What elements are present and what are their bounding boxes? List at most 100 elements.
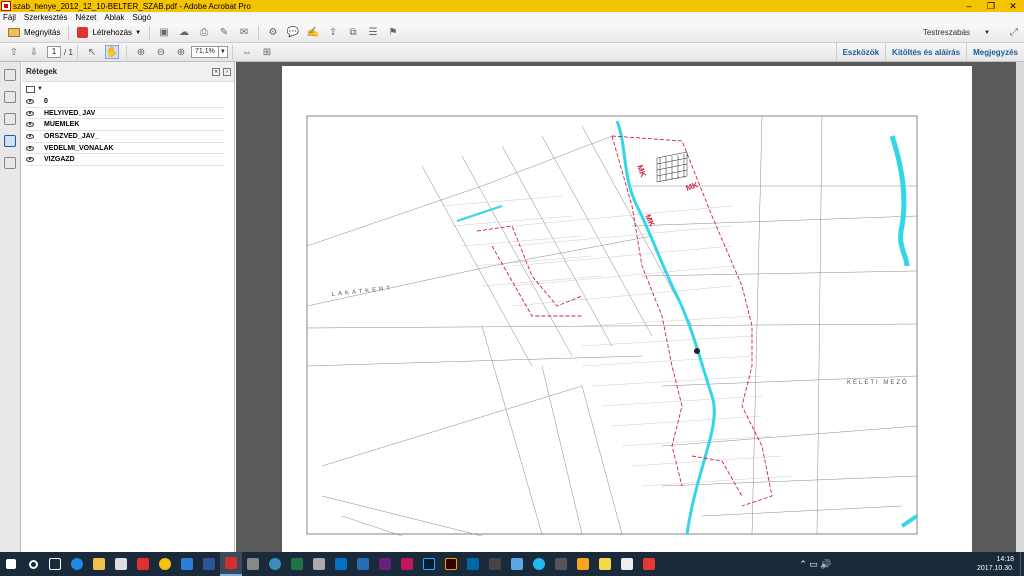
save-app-icon[interactable] bbox=[352, 552, 374, 576]
show-desktop-button[interactable] bbox=[1020, 552, 1024, 576]
visual-studio-icon[interactable] bbox=[374, 552, 396, 576]
app-icon-gray[interactable] bbox=[308, 552, 330, 576]
combine-icon[interactable]: ⧉ bbox=[346, 26, 360, 40]
zoom-in-icon[interactable]: ⊕ bbox=[174, 45, 188, 59]
open-button[interactable]: Megnyitás bbox=[4, 25, 64, 41]
word-icon[interactable] bbox=[198, 552, 220, 576]
document-area[interactable]: LAKATKERT KELETI MEZŐ MK MK MK bbox=[236, 62, 1024, 552]
layers-icon[interactable] bbox=[4, 135, 16, 147]
panel-menu-icon[interactable]: › bbox=[223, 67, 231, 76]
settings-icon[interactable]: ⚙ bbox=[266, 26, 280, 40]
app-icon-red[interactable] bbox=[132, 552, 154, 576]
chrome-icon[interactable] bbox=[154, 552, 176, 576]
collapse-panel-icon[interactable]: « bbox=[212, 67, 220, 76]
menu-window[interactable]: Ablak bbox=[104, 13, 124, 22]
zoom-dropdown[interactable]: ▼ bbox=[218, 46, 228, 58]
protect-icon[interactable]: ⚑ bbox=[386, 26, 400, 40]
menu-view[interactable]: Nézet bbox=[75, 13, 96, 22]
hand-tool-icon[interactable]: ✋ bbox=[104, 45, 119, 59]
fit-page-icon[interactable]: ⊞ bbox=[260, 45, 274, 59]
chevron-down-icon: ▼ bbox=[37, 86, 43, 92]
notes-icon[interactable] bbox=[594, 552, 616, 576]
visibility-eye-icon[interactable] bbox=[26, 133, 34, 139]
app-icon-white[interactable] bbox=[616, 552, 638, 576]
ie-icon[interactable] bbox=[528, 552, 550, 576]
zoom-out-icon[interactable]: ⊖ bbox=[154, 45, 168, 59]
layer-row[interactable]: VIZGAZD bbox=[26, 154, 224, 167]
excel-icon[interactable] bbox=[286, 552, 308, 576]
print-icon[interactable]: ⎙ bbox=[197, 26, 211, 40]
sign-icon[interactable]: ✍ bbox=[306, 26, 320, 40]
customize-dropdown[interactable]: Testreszabás bbox=[923, 28, 970, 37]
vertical-scrollbar[interactable] bbox=[1016, 62, 1024, 552]
search-icon[interactable] bbox=[22, 552, 44, 576]
outlook-icon[interactable] bbox=[330, 552, 352, 576]
acrobat-taskbar-icon[interactable] bbox=[220, 552, 242, 576]
pencil-icon[interactable] bbox=[572, 552, 594, 576]
app-icon-pink[interactable] bbox=[396, 552, 418, 576]
store-icon[interactable] bbox=[110, 552, 132, 576]
edit-icon[interactable]: ✎ bbox=[217, 26, 231, 40]
visibility-eye-icon[interactable] bbox=[26, 157, 34, 163]
explorer-icon[interactable] bbox=[88, 552, 110, 576]
app-icon-light-blue[interactable] bbox=[506, 552, 528, 576]
visibility-eye-icon[interactable] bbox=[26, 145, 34, 151]
export-icon[interactable]: ⇪ bbox=[326, 26, 340, 40]
select-tool-icon[interactable]: ↖ bbox=[85, 45, 99, 59]
system-clock[interactable]: 14:18 2017.10.30. bbox=[977, 555, 1014, 573]
page-thumbnails-icon[interactable] bbox=[4, 69, 16, 81]
minimize-button[interactable]: – bbox=[958, 0, 980, 12]
app-icon-blue[interactable] bbox=[176, 552, 198, 576]
fill-sign-link[interactable]: Kitöltés és aláírás bbox=[885, 42, 966, 62]
system-tray-icons[interactable]: ⌃ ▭ 🔊 bbox=[799, 559, 831, 570]
email-icon[interactable]: ✉ bbox=[237, 26, 251, 40]
tools-link[interactable]: Eszközök bbox=[835, 42, 885, 62]
maps-icon[interactable] bbox=[264, 552, 286, 576]
edge-icon[interactable] bbox=[66, 552, 88, 576]
close-button[interactable]: ✕ bbox=[1002, 0, 1024, 12]
menu-help[interactable]: Súgó bbox=[132, 13, 151, 22]
cloud-icon[interactable]: ☁ bbox=[177, 26, 191, 40]
visibility-eye-icon[interactable] bbox=[26, 98, 34, 104]
layer-row[interactable]: HELYIVED_JAV bbox=[26, 108, 224, 120]
bookmarks-icon[interactable] bbox=[4, 91, 16, 103]
create-button[interactable]: Létrehozás ▼ bbox=[73, 25, 145, 41]
layer-row[interactable]: VEDELMI_VONALAK bbox=[26, 143, 224, 155]
calculator-icon[interactable] bbox=[242, 552, 264, 576]
task-view-icon[interactable] bbox=[44, 552, 66, 576]
photoshop-icon[interactable] bbox=[418, 552, 440, 576]
menu-file[interactable]: Fájl bbox=[3, 13, 16, 22]
zoom-input[interactable]: 71,1% bbox=[190, 46, 219, 58]
expand-icon[interactable]: ⤢ bbox=[1007, 26, 1021, 40]
zoom-marquee-icon[interactable]: ⊕ bbox=[134, 45, 148, 59]
vscode-icon[interactable] bbox=[462, 552, 484, 576]
layer-row[interactable]: ORSZVED_JAV_ bbox=[26, 131, 224, 143]
pdf-page[interactable]: LAKATKERT KELETI MEZŐ MK MK MK bbox=[282, 66, 972, 552]
attachments-icon[interactable] bbox=[4, 113, 16, 125]
layer-row[interactable]: 0 bbox=[26, 96, 224, 108]
page-number-input[interactable]: 1 bbox=[47, 46, 61, 58]
windows-taskbar: ⌃ ▭ 🔊 14:18 2017.10.30. bbox=[0, 552, 1024, 576]
menu-edit[interactable]: Szerkesztés bbox=[24, 13, 68, 22]
next-page-icon[interactable]: ⇩ bbox=[27, 45, 41, 59]
options-icon[interactable] bbox=[26, 85, 35, 93]
start-button[interactable] bbox=[0, 552, 22, 576]
fit-width-icon[interactable]: ⇔ bbox=[240, 45, 254, 59]
cadastral-map: LAKATKERT KELETI MEZŐ MK MK MK bbox=[306, 115, 919, 537]
paint-icon[interactable] bbox=[550, 552, 572, 576]
layers-options[interactable]: ▼ bbox=[22, 82, 234, 96]
visibility-eye-icon[interactable] bbox=[26, 122, 34, 128]
save-icon[interactable]: ▣ bbox=[157, 26, 171, 40]
review-icon[interactable]: ☰ bbox=[366, 26, 380, 40]
maximize-button[interactable]: ❐ bbox=[980, 0, 1002, 12]
illustrator-icon[interactable] bbox=[440, 552, 462, 576]
comment-link[interactable]: Megjegyzés bbox=[966, 42, 1024, 62]
previous-page-icon[interactable]: ⇧ bbox=[7, 45, 21, 59]
acrobat-reader-icon[interactable] bbox=[638, 552, 660, 576]
comment-icon[interactable]: 💬 bbox=[286, 26, 300, 40]
app-icon-dark[interactable] bbox=[484, 552, 506, 576]
layer-label: HELYIVED_JAV bbox=[44, 109, 96, 117]
visibility-eye-icon[interactable] bbox=[26, 110, 34, 116]
signatures-icon[interactable] bbox=[4, 157, 16, 169]
layer-row[interactable]: MUEMLEK bbox=[26, 119, 224, 132]
